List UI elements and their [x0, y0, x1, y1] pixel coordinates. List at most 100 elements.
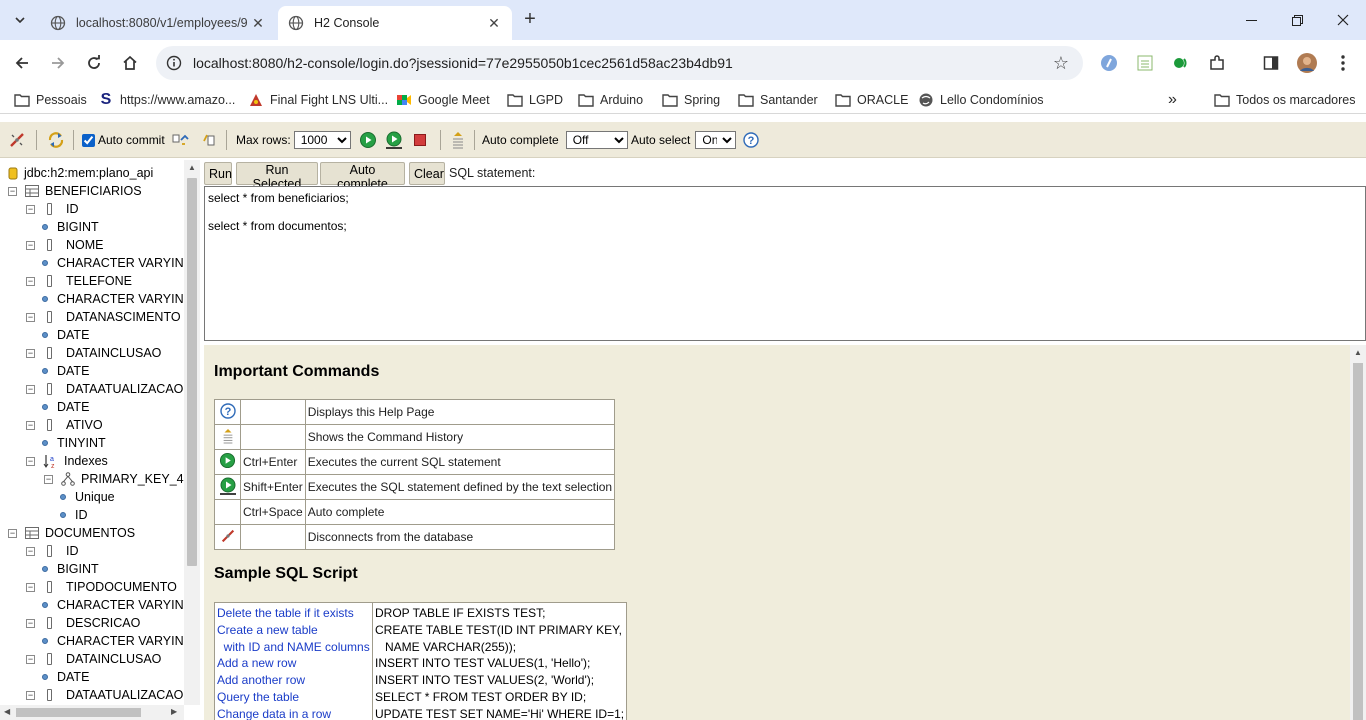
- rollback-button[interactable]: [202, 131, 218, 149]
- max-rows-select[interactable]: 1000: [293, 131, 351, 149]
- auto-select-select[interactable]: On: [695, 131, 737, 149]
- tree-node-type[interactable]: CHARACTER VARYIN: [42, 254, 184, 272]
- reload-button[interactable]: [82, 51, 106, 75]
- tree-node-col[interactable]: − TELEFONE: [26, 272, 132, 290]
- bookmark-link[interactable]: Google Meet: [396, 91, 490, 109]
- history-button[interactable]: [450, 131, 466, 149]
- refresh-button[interactable]: [47, 131, 65, 149]
- script-step-link[interactable]: Add another row: [217, 672, 370, 689]
- collapse-toggle-icon[interactable]: −: [26, 546, 35, 556]
- collapse-toggle-icon[interactable]: −: [8, 186, 17, 196]
- run-button[interactable]: Run: [204, 162, 232, 185]
- run-selected-button[interactable]: Run Selected: [236, 162, 318, 191]
- bookmark-folder[interactable]: Pessoais: [14, 91, 87, 109]
- collapse-toggle-icon[interactable]: −: [26, 618, 35, 628]
- address-bar[interactable]: localhost:8080/h2-console/login.do?jsess…: [156, 46, 1083, 80]
- collapse-toggle-icon[interactable]: −: [8, 528, 17, 538]
- puzzle-icon[interactable]: [1206, 52, 1228, 74]
- close-icon[interactable]: ✕: [486, 15, 502, 32]
- bookmarks-overflow-button[interactable]: »: [1168, 91, 1177, 109]
- tree-node-type[interactable]: Unique: [60, 488, 115, 506]
- collapse-toggle-icon[interactable]: −: [44, 474, 53, 484]
- tree-node-type[interactable]: DATE: [42, 668, 89, 686]
- collapse-toggle-icon[interactable]: −: [26, 312, 35, 322]
- bookmark-folder[interactable]: Santander: [738, 91, 818, 109]
- forward-button[interactable]: [46, 51, 70, 75]
- help-vertical-scrollbar[interactable]: ▲: [1350, 345, 1366, 720]
- sql-editor[interactable]: select * from beneficiarios; select * fr…: [204, 186, 1366, 341]
- collapse-toggle-icon[interactable]: −: [26, 384, 35, 394]
- bookmark-folder[interactable]: ORACLE: [835, 91, 908, 109]
- audio-extension-icon[interactable]: [1170, 52, 1192, 74]
- tree-node-type[interactable]: ID: [60, 506, 88, 524]
- info-icon[interactable]: [166, 55, 182, 71]
- collapse-toggle-icon[interactable]: −: [26, 276, 35, 286]
- close-icon[interactable]: ✕: [250, 15, 266, 32]
- disconnect-button[interactable]: [8, 131, 26, 149]
- tree-horizontal-scrollbar[interactable]: ◀ ▶: [0, 705, 184, 720]
- bookmark-folder[interactable]: LGPD: [507, 91, 563, 109]
- tree-node-col[interactable]: − DATAINCLUSAO: [26, 650, 161, 668]
- tree-node-col[interactable]: − DESCRICAO: [26, 614, 140, 632]
- script-step-link[interactable]: Add a new row: [217, 655, 370, 672]
- tree-node-table[interactable]: − DOCUMENTOS: [8, 524, 135, 542]
- tree-node-col[interactable]: − DATAATUALIZACAO: [26, 686, 183, 704]
- tree-node-col[interactable]: − ID: [26, 200, 79, 218]
- tree-node-col[interactable]: − ATIVO: [26, 416, 103, 434]
- script-step-link[interactable]: Query the table: [217, 689, 370, 706]
- tree-node-type[interactable]: CHARACTER VARYIN: [42, 632, 184, 650]
- close-window-button[interactable]: [1320, 0, 1366, 40]
- tree-node-indexes[interactable]: − a z Indexes: [26, 452, 108, 470]
- collapse-toggle-icon[interactable]: −: [26, 420, 35, 430]
- collapse-toggle-icon[interactable]: −: [26, 348, 35, 358]
- tree-node-col[interactable]: − DATAATUALIZACAO: [26, 380, 183, 398]
- auto-complete-button[interactable]: Auto complete: [320, 162, 405, 191]
- script-step-link[interactable]: Create a new table: [217, 622, 370, 639]
- tab-employees[interactable]: localhost:8080/v1/employees/9 ✕: [40, 6, 276, 40]
- auto-complete-select[interactable]: Off: [565, 131, 628, 149]
- tree-node-col[interactable]: − ID: [26, 542, 79, 560]
- clear-button[interactable]: Clear: [409, 162, 445, 185]
- scroll-thumb[interactable]: [187, 178, 197, 566]
- stop-button[interactable]: [412, 131, 428, 149]
- menu-button[interactable]: [1332, 52, 1354, 74]
- script-step-link[interactable]: Delete the table if it exists: [217, 605, 370, 622]
- help-button[interactable]: ?: [743, 131, 759, 149]
- tree-node-type[interactable]: BIGINT: [42, 560, 99, 578]
- tree-node-type[interactable]: TINYINT: [42, 434, 106, 452]
- collapse-toggle-icon[interactable]: −: [26, 456, 35, 466]
- tree-node-type[interactable]: CHARACTER VARYIN: [42, 290, 184, 308]
- auto-commit-checkbox[interactable]: [82, 133, 95, 147]
- url-text[interactable]: localhost:8080/h2-console/login.do?jsess…: [193, 55, 733, 71]
- new-tab-button[interactable]: +: [518, 8, 542, 32]
- collapse-toggle-icon[interactable]: −: [26, 204, 35, 214]
- connection-node[interactable]: jdbc:h2:mem:plano_api: [8, 164, 153, 182]
- tree-node-type[interactable]: DATE: [42, 398, 89, 416]
- tree-node-col[interactable]: − TIPODOCUMENTO: [26, 578, 177, 596]
- run-toolbar-button[interactable]: [359, 131, 377, 149]
- bookmark-folder[interactable]: Spring: [662, 91, 720, 109]
- collapse-toggle-icon[interactable]: −: [26, 654, 35, 664]
- commit-button[interactable]: [172, 131, 190, 149]
- collapse-toggle-icon[interactable]: −: [26, 582, 35, 592]
- tab-search-button[interactable]: [8, 8, 32, 32]
- tree-node-col[interactable]: − DATANASCIMENTO: [26, 308, 181, 326]
- tree-node-index[interactable]: − PRIMARY_KEY_4: [44, 470, 184, 488]
- tab-h2-console[interactable]: H2 Console ✕: [278, 6, 512, 40]
- script-step-link[interactable]: with ID and NAME columns: [217, 639, 370, 656]
- minimize-button[interactable]: [1228, 0, 1274, 40]
- home-button[interactable]: [118, 51, 142, 75]
- run-selected-toolbar-button[interactable]: [385, 131, 403, 149]
- collapse-toggle-icon[interactable]: −: [26, 240, 35, 250]
- tree-node-type[interactable]: DATE: [42, 326, 89, 344]
- bookmark-link[interactable]: Final Fight LNS Ulti...: [248, 91, 388, 109]
- tree-vertical-scrollbar[interactable]: ▲: [184, 160, 200, 705]
- star-icon[interactable]: ☆: [1053, 53, 1069, 74]
- tree-node-table[interactable]: − BENEFICIARIOS: [8, 182, 142, 200]
- auto-commit-toggle[interactable]: Auto commit: [82, 131, 165, 149]
- back-button[interactable]: [10, 51, 34, 75]
- side-panel-icon[interactable]: [1260, 52, 1282, 74]
- avatar[interactable]: [1296, 52, 1318, 74]
- tree-node-type[interactable]: CHARACTER VARYIN: [42, 596, 184, 614]
- bookmark-folder[interactable]: Arduino: [578, 91, 643, 109]
